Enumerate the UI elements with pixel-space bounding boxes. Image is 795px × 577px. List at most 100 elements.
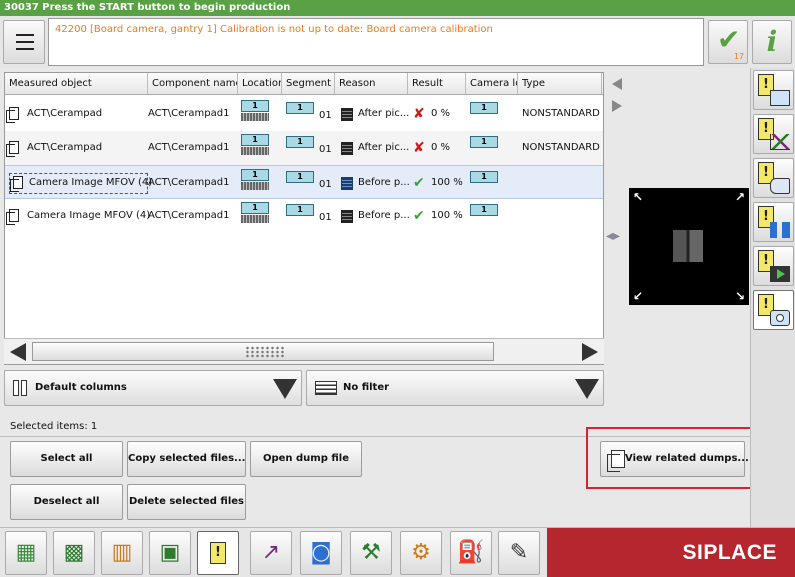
chart-icon: ↗ bbox=[261, 540, 281, 565]
nav-bar-grid-button[interactable]: ▥ bbox=[101, 531, 143, 575]
column-header-measured-object[interactable]: Measured object bbox=[5, 73, 148, 95]
menu-button[interactable] bbox=[3, 20, 45, 64]
selected-items-count: Selected items: 1 bbox=[10, 421, 98, 432]
warning-camera-button[interactable] bbox=[753, 290, 794, 330]
camera-icon: ◙ bbox=[310, 540, 332, 565]
warning-video-button[interactable] bbox=[753, 246, 794, 286]
copy-selected-files-button[interactable]: Copy selected files... bbox=[127, 441, 246, 477]
table-row[interactable]: ACT\Cerampad ACT\Cerampad1 1 1 01 After … bbox=[5, 131, 603, 165]
nav-camera-button[interactable]: ◙ bbox=[300, 531, 342, 575]
cell-component-name: ACT\Cerampad1 bbox=[148, 210, 230, 221]
scroll-thumb[interactable] bbox=[32, 342, 494, 361]
splitter-handle-icon[interactable]: ◂▸ bbox=[606, 228, 628, 250]
cell-measured-object: Camera Image MFOV (4) bbox=[29, 177, 153, 188]
cell-component-name: ACT\Cerampad1 bbox=[148, 108, 230, 119]
nav-board-button[interactable]: ▣ bbox=[149, 531, 191, 575]
cell-reason: After pic... bbox=[358, 142, 410, 153]
chart-icon bbox=[770, 134, 790, 150]
warning-docs-icon bbox=[210, 542, 226, 564]
dump-table: Measured object Component name Location … bbox=[4, 72, 604, 365]
nav-money-button[interactable]: ▦ bbox=[5, 531, 47, 575]
first-page-icon[interactable] bbox=[612, 78, 622, 90]
view-related-dumps-label: View related dumps... bbox=[625, 453, 749, 464]
segment-badge: 1 bbox=[286, 136, 314, 148]
nav-nozzle-button[interactable]: ⚒ bbox=[350, 531, 392, 575]
column-header-segment[interactable]: Segment bbox=[282, 73, 335, 95]
feeder-strip bbox=[241, 215, 269, 223]
expand-arrow-icon: ↘ bbox=[734, 289, 745, 303]
chevron-down-icon bbox=[575, 379, 599, 399]
expand-arrow-icon: ↗ bbox=[734, 190, 745, 204]
camera-badge: 1 bbox=[470, 136, 498, 148]
menu-icon-bar bbox=[16, 48, 34, 50]
nav-warning-docs-button[interactable] bbox=[197, 531, 239, 575]
nav-wrench-button[interactable]: ✎ bbox=[498, 531, 540, 575]
component-image bbox=[673, 230, 703, 262]
feeder-strip bbox=[241, 113, 269, 121]
gear-hand-icon: ⚙ bbox=[411, 540, 431, 565]
horizontal-scrollbar[interactable] bbox=[4, 338, 604, 364]
table-row[interactable]: ACT\Cerampad ACT\Cerampad1 1 1 01 After … bbox=[5, 97, 603, 131]
column-header-result[interactable]: Result bbox=[408, 73, 466, 95]
nav-grid-button[interactable]: ▩ bbox=[53, 531, 95, 575]
info-icon: i bbox=[766, 25, 778, 58]
columns-icon bbox=[13, 380, 29, 396]
warning-chart-button[interactable] bbox=[753, 114, 794, 154]
cell-result: 0 % bbox=[431, 142, 451, 153]
delete-selected-files-button[interactable]: Delete selected files bbox=[127, 484, 246, 520]
column-header-reason[interactable]: Reason bbox=[335, 73, 408, 95]
right-toolbar bbox=[750, 68, 795, 527]
table-header: Measured object Component name Location … bbox=[5, 73, 603, 95]
document-icon bbox=[6, 141, 19, 157]
columns-dropdown[interactable]: Default columns bbox=[4, 370, 302, 406]
lens-icon bbox=[776, 314, 784, 322]
location-icon: 1 bbox=[241, 134, 269, 156]
view-related-dumps-button[interactable]: View related dumps... bbox=[600, 441, 749, 477]
warning-bars-button[interactable] bbox=[753, 202, 794, 242]
status-bar: 30037 Press the START button to begin pr… bbox=[0, 0, 795, 16]
info-button[interactable]: i bbox=[752, 20, 792, 64]
document-icon bbox=[10, 176, 23, 192]
play-icon bbox=[777, 269, 785, 279]
table-row[interactable]: Camera Image MFOV (4) ACT\Cerampad1 1 1 … bbox=[5, 199, 603, 233]
columns-dropdown-value: Default columns bbox=[35, 382, 127, 393]
location-badge: 1 bbox=[241, 134, 269, 146]
location-badge: 1 bbox=[241, 202, 269, 214]
column-header-location[interactable]: Location bbox=[238, 73, 282, 95]
nav-chart-button[interactable]: ↗ bbox=[250, 531, 292, 575]
scroll-left-icon[interactable] bbox=[10, 343, 26, 361]
camera-badge: 1 bbox=[470, 171, 498, 183]
feeder-strip bbox=[241, 147, 269, 155]
segment-badge: 1 bbox=[286, 204, 314, 216]
select-all-button[interactable]: Select all bbox=[10, 441, 123, 477]
nozzle-icon: ⚒ bbox=[361, 540, 381, 565]
warning-hand-button[interactable] bbox=[753, 158, 794, 198]
chip-icon bbox=[341, 108, 353, 121]
last-page-icon[interactable] bbox=[612, 100, 622, 112]
nav-oil-can-button[interactable]: ⛽ bbox=[450, 531, 492, 575]
acknowledge-button[interactable]: ✔ 17 bbox=[708, 20, 748, 64]
chip-icon bbox=[341, 177, 353, 190]
documents-icon bbox=[607, 450, 625, 472]
deselect-all-button[interactable]: Deselect all bbox=[10, 484, 123, 520]
column-bar bbox=[21, 380, 27, 396]
pass-icon: ✔ bbox=[413, 208, 425, 224]
warning-monitor-button[interactable] bbox=[753, 70, 794, 110]
column-header-camera[interactable]: Camera lo bbox=[466, 73, 518, 95]
cell-segment: 01 bbox=[319, 144, 332, 155]
cell-segment: 01 bbox=[319, 179, 332, 190]
location-icon: 1 bbox=[241, 169, 269, 191]
scroll-right-icon[interactable] bbox=[582, 343, 598, 361]
column-header-component-name[interactable]: Component name bbox=[148, 73, 238, 95]
message-box: 42200 [Board camera, gantry 1] Calibrati… bbox=[48, 18, 704, 66]
filter-dropdown[interactable]: No filter bbox=[306, 370, 604, 406]
cell-segment: 01 bbox=[319, 212, 332, 223]
nav-gear-hand-button[interactable]: ⚙ bbox=[400, 531, 442, 575]
expand-arrow-icon: ↖ bbox=[633, 190, 644, 204]
table-row-selected[interactable]: Camera Image MFOV (4) ACT\Cerampad1 1 1 … bbox=[5, 165, 603, 199]
camera-preview[interactable]: ↖ ↗ ↙ ↘ bbox=[629, 188, 749, 305]
feeder-strip bbox=[241, 182, 269, 190]
open-dump-file-button[interactable]: Open dump file bbox=[250, 441, 362, 477]
column-header-type[interactable]: Type bbox=[518, 73, 602, 95]
grip-icon bbox=[245, 346, 285, 358]
